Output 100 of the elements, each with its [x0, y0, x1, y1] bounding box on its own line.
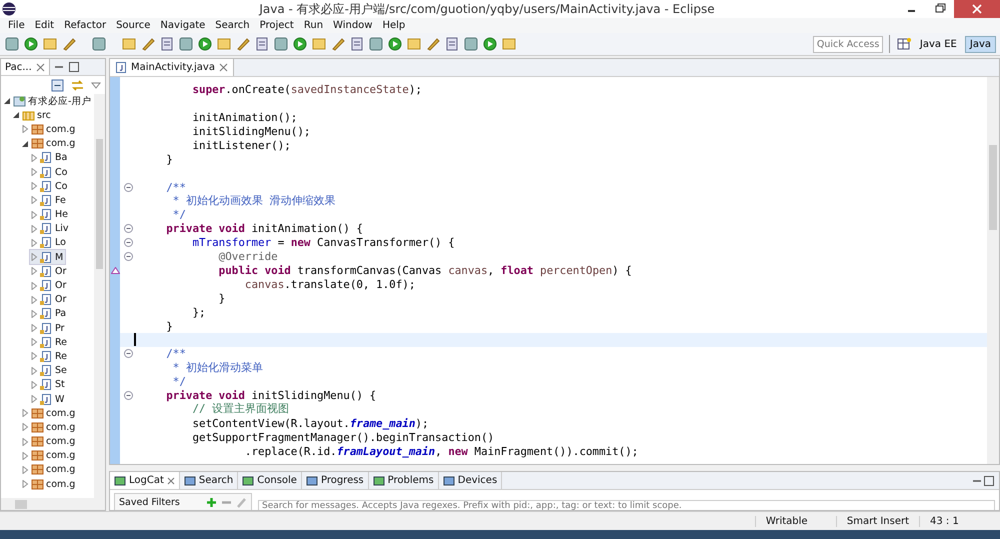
- maximize-icon[interactable]: [983, 474, 995, 486]
- tree-item[interactable]: Or: [30, 292, 68, 307]
- toolbar-icon[interactable]: [23, 36, 39, 52]
- collapsed-arrow-icon[interactable]: [30, 253, 38, 262]
- toolbar-icon[interactable]: [425, 36, 441, 52]
- editor-tab[interactable]: MainActivity.java: [110, 59, 234, 76]
- collapsed-arrow-icon[interactable]: [21, 452, 29, 460]
- tree-item[interactable]: M: [30, 250, 66, 264]
- scrollbar[interactable]: [987, 77, 999, 464]
- toolbar-icon[interactable]: [91, 36, 107, 52]
- perspective-button[interactable]: Java EE: [914, 36, 962, 52]
- tree-item[interactable]: Or: [30, 264, 68, 278]
- menu-item[interactable]: Window: [328, 20, 378, 31]
- close-icon[interactable]: [218, 63, 228, 72]
- tree-item[interactable]: St: [30, 378, 67, 392]
- tree-item[interactable]: com.g: [21, 477, 78, 492]
- close-icon[interactable]: [36, 62, 45, 72]
- expanded-arrow-icon[interactable]: [3, 97, 11, 106]
- tree-item[interactable]: Co: [30, 164, 70, 180]
- collapsed-arrow-icon[interactable]: [30, 182, 38, 190]
- collapsed-arrow-icon[interactable]: [30, 352, 38, 360]
- toolbar-icon[interactable]: [387, 36, 403, 52]
- horizontal-scrollbar[interactable]: [1, 498, 105, 510]
- collapsed-arrow-icon[interactable]: [21, 125, 29, 134]
- scrollbar[interactable]: [94, 94, 105, 498]
- tree-item[interactable]: com.g: [21, 406, 78, 420]
- tree-item[interactable]: com.g: [21, 462, 78, 478]
- menu-item[interactable]: Edit: [30, 20, 60, 31]
- toolbar-icon[interactable]: [406, 36, 422, 52]
- panel-tab[interactable]: LogCat: [110, 472, 180, 489]
- collapsed-arrow-icon[interactable]: [21, 438, 29, 446]
- view-menu-icon[interactable]: [91, 80, 101, 90]
- fold-icon[interactable]: [124, 252, 132, 262]
- tree-item[interactable]: Fe: [30, 193, 68, 208]
- tree-item[interactable]: Ba: [30, 150, 70, 165]
- toolbar-icon[interactable]: [349, 36, 365, 52]
- toolbar-icon[interactable]: [482, 36, 498, 52]
- collapsed-arrow-icon[interactable]: [21, 480, 29, 488]
- menu-item[interactable]: Navigate: [155, 20, 210, 31]
- collapsed-arrow-icon[interactable]: [30, 210, 38, 219]
- menu-item[interactable]: Refactor: [59, 20, 112, 31]
- toolbar-icon[interactable]: [216, 36, 232, 52]
- toolbar-icon[interactable]: [140, 36, 156, 52]
- panel-tab[interactable]: Progress: [302, 472, 369, 489]
- menu-item[interactable]: Project: [254, 20, 299, 31]
- toolbar-icon[interactable]: [273, 36, 289, 52]
- tree-item[interactable]: Se: [30, 364, 69, 378]
- toolbar-icon[interactable]: [178, 36, 194, 52]
- toolbar-icon[interactable]: [235, 36, 251, 52]
- link-editor-icon[interactable]: [70, 78, 85, 92]
- quick-access-field[interactable]: Quick Access: [812, 36, 883, 52]
- collapsed-arrow-icon[interactable]: [30, 338, 38, 346]
- toolbar-icon[interactable]: [444, 36, 460, 52]
- toolbar-icon[interactable]: [254, 36, 270, 52]
- tree-item[interactable]: Re: [30, 349, 70, 364]
- collapsed-arrow-icon[interactable]: [21, 466, 29, 474]
- collapsed-arrow-icon[interactable]: [30, 196, 38, 204]
- toolbar-icon[interactable]: [42, 36, 58, 52]
- tree-item[interactable]: Liv: [30, 222, 71, 236]
- tree-item[interactable]: Lo: [30, 236, 68, 250]
- collapsed-arrow-icon[interactable]: [21, 423, 29, 432]
- tree-item[interactable]: He: [30, 208, 70, 222]
- toolbar-icon[interactable]: [368, 36, 384, 52]
- close-icon[interactable]: [166, 476, 175, 484]
- collapsed-arrow-icon[interactable]: [30, 267, 38, 276]
- fold-icon[interactable]: [124, 224, 132, 234]
- toolbar-icon[interactable]: [121, 36, 137, 52]
- panel-tab[interactable]: Search: [180, 472, 238, 489]
- collapsed-arrow-icon[interactable]: [30, 224, 38, 233]
- toolbar-icon[interactable]: [330, 36, 346, 52]
- collapsed-arrow-icon[interactable]: [30, 282, 38, 290]
- fold-icon[interactable]: [124, 391, 132, 400]
- tree-item[interactable]: Or: [30, 278, 68, 293]
- expanded-arrow-icon[interactable]: [21, 140, 29, 148]
- toolbar-icon[interactable]: [61, 36, 77, 52]
- toolbar-icon[interactable]: [197, 36, 213, 52]
- collapsed-arrow-icon[interactable]: [21, 409, 29, 418]
- collapsed-arrow-icon[interactable]: [30, 238, 38, 247]
- collapsed-arrow-icon[interactable]: [30, 168, 38, 176]
- panel-tab[interactable]: Console: [238, 472, 302, 489]
- panel-tab[interactable]: Devices: [438, 472, 502, 489]
- collapsed-arrow-icon[interactable]: [30, 324, 38, 332]
- tree-item[interactable]: 有求必应-用户: [3, 94, 94, 108]
- perspective-button[interactable]: Java: [964, 36, 996, 52]
- tree-item[interactable]: Re: [30, 335, 70, 350]
- fold-icon[interactable]: [124, 349, 132, 358]
- add-icon[interactable]: [206, 496, 217, 508]
- toolbar-icon[interactable]: [501, 36, 517, 52]
- tree-item[interactable]: W: [30, 392, 66, 406]
- tree-item[interactable]: Pr: [30, 321, 66, 336]
- tree-item[interactable]: Pa: [30, 306, 68, 321]
- menu-item[interactable]: Search: [210, 20, 255, 31]
- menu-item[interactable]: Run: [298, 20, 328, 31]
- expanded-arrow-icon[interactable]: [12, 111, 20, 120]
- toolbar-icon[interactable]: [463, 36, 479, 52]
- panel-tab[interactable]: Problems: [368, 472, 439, 489]
- toolbar-icon[interactable]: [159, 36, 175, 52]
- toolbar-icon[interactable]: [311, 36, 327, 52]
- tree-item[interactable]: com.g: [21, 136, 78, 151]
- search-field[interactable]: Search for messages. Accepts Java regexes. Prefix with pid:, app:, tag: or text: to limit scope.: [258, 500, 995, 510]
